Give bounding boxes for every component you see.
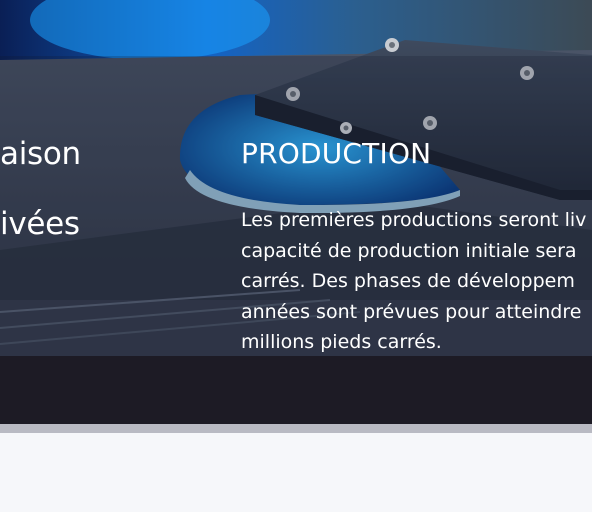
production-description: Les premières productions seront liv cap… xyxy=(241,205,592,356)
hero-section: aison ivées PRODUCTION Les premières pro… xyxy=(0,0,592,356)
production-line: carrés. Des phases de développem xyxy=(241,270,575,292)
production-line: capacité de production initiale sera xyxy=(241,239,577,262)
section-divider xyxy=(0,424,592,433)
side-heading-1: aison xyxy=(0,136,81,172)
production-line: Les premières productions seront liv xyxy=(241,209,587,231)
side-heading-2: ivées xyxy=(0,206,80,242)
production-line: années sont prévues pour atteindre xyxy=(241,300,582,323)
production-title: PRODUCTION xyxy=(241,137,432,170)
dark-footer-band xyxy=(0,356,592,424)
production-line: millions pieds carrés. xyxy=(241,331,442,353)
page-background-area xyxy=(0,433,592,512)
